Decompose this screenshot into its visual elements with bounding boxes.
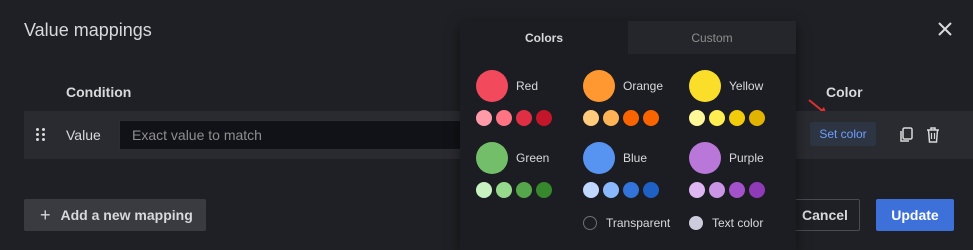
- color-shade-swatch[interactable]: [729, 182, 745, 198]
- color-shade-swatch[interactable]: [496, 110, 512, 126]
- text-color-label: Text color: [712, 216, 764, 230]
- color-swatch[interactable]: [476, 70, 508, 102]
- tab-custom[interactable]: Custom: [628, 21, 796, 54]
- color-shade-swatch[interactable]: [643, 110, 659, 126]
- color-shade-swatch[interactable]: [623, 182, 639, 198]
- color-shade-swatch[interactable]: [689, 182, 705, 198]
- color-shade-swatch[interactable]: [476, 110, 492, 126]
- color-swatch[interactable]: [689, 70, 721, 102]
- color-shade-swatch[interactable]: [689, 110, 705, 126]
- update-button[interactable]: Update: [876, 199, 954, 231]
- cancel-button[interactable]: Cancel: [790, 199, 860, 231]
- color-swatch[interactable]: [689, 142, 721, 174]
- color-shade-swatch[interactable]: [516, 110, 532, 126]
- color-shade-swatch[interactable]: [536, 110, 552, 126]
- add-mapping-button[interactable]: + Add a new mapping: [24, 199, 206, 231]
- color-group-label: Yellow: [729, 79, 764, 93]
- color-shade-swatch[interactable]: [603, 182, 619, 198]
- add-mapping-label: Add a new mapping: [60, 207, 193, 223]
- color-shade-swatch[interactable]: [583, 110, 599, 126]
- trash-icon[interactable]: [926, 127, 940, 143]
- color-group-label: Blue: [623, 151, 648, 165]
- color-shade-swatch[interactable]: [729, 110, 745, 126]
- color-group-label: Orange: [623, 79, 664, 93]
- text-color-swatch-icon: [689, 216, 703, 230]
- color-shade-swatch[interactable]: [709, 182, 725, 198]
- exact-value-input[interactable]: [119, 120, 469, 150]
- color-swatch[interactable]: [583, 70, 615, 102]
- color-shade-swatch[interactable]: [476, 182, 492, 198]
- color-shade-swatch[interactable]: [496, 182, 512, 198]
- color-group-label: Purple: [729, 151, 764, 165]
- color-swatch[interactable]: [476, 142, 508, 174]
- transparent-label: Transparent: [606, 216, 671, 230]
- plus-icon: +: [40, 204, 51, 225]
- color-swatch[interactable]: [583, 142, 615, 174]
- color-shade-swatch[interactable]: [603, 110, 619, 126]
- color-group-label: Red: [516, 79, 539, 93]
- color-shade-swatch[interactable]: [749, 110, 765, 126]
- condition-column-header: Condition: [66, 84, 132, 100]
- color-shade-swatch[interactable]: [643, 182, 659, 198]
- set-color-button[interactable]: Set color: [810, 122, 876, 146]
- color-shade-swatch[interactable]: [623, 110, 639, 126]
- color-group-label: Green: [516, 151, 550, 165]
- transparent-swatch-icon: [583, 216, 597, 230]
- text-color-option[interactable]: Text color: [689, 216, 763, 230]
- color-column-header: Color: [826, 84, 863, 100]
- tab-colors[interactable]: Colors: [460, 21, 628, 54]
- color-shade-swatch[interactable]: [749, 182, 765, 198]
- close-icon[interactable]: [936, 20, 954, 38]
- condition-type-label: Value: [66, 127, 101, 143]
- color-picker-popover: Colors Custom Red Orange Yellow Green Bl…: [460, 21, 796, 250]
- drag-handle-icon[interactable]: [36, 128, 46, 142]
- color-shade-swatch[interactable]: [709, 110, 725, 126]
- color-shade-swatch[interactable]: [583, 182, 599, 198]
- color-shade-swatch[interactable]: [536, 182, 552, 198]
- transparent-option[interactable]: Transparent: [583, 216, 670, 230]
- modal-title: Value mappings: [24, 20, 152, 40]
- color-shade-swatch[interactable]: [516, 182, 532, 198]
- copy-icon[interactable]: [899, 127, 913, 143]
